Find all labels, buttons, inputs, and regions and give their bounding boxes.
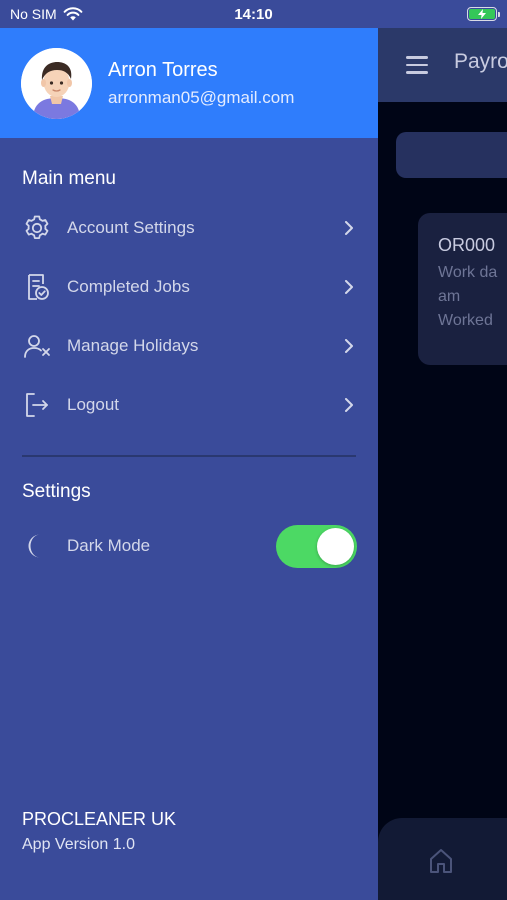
navigation-drawer: Arron Torres arronman05@gmail.com Main m… <box>0 28 378 900</box>
dark-mode-label: Dark Mode <box>67 536 151 555</box>
main-menu-title: Main menu <box>22 168 116 189</box>
menu-item-label: Account Settings <box>67 218 195 237</box>
app-version: App Version 1.0 <box>22 836 135 853</box>
company-name: PROCLEANER UK <box>22 809 177 829</box>
menu-item-manage-holidays[interactable]: Manage Holidays <box>22 326 356 366</box>
chevron-right-icon <box>342 339 356 353</box>
profile-header[interactable]: Arron Torres arronman05@gmail.com <box>0 28 378 138</box>
chevron-right-icon <box>342 398 356 412</box>
avatar-icon[interactable] <box>21 48 92 119</box>
background-job-card[interactable]: OR000 Work da am Worked <box>418 213 507 365</box>
user-name: Arron Torres <box>108 59 218 81</box>
chevron-right-icon <box>342 280 356 294</box>
background-header: Payro <box>378 28 507 102</box>
settings-gear-icon <box>22 213 52 243</box>
user-email: arronman05@gmail.com <box>108 88 295 107</box>
dark-mode-toggle[interactable] <box>276 525 357 568</box>
job-card-line: Worked <box>438 312 493 329</box>
chevron-right-icon <box>342 221 356 235</box>
dark-mode-row: Dark Mode <box>22 526 262 566</box>
background-tab-bar <box>378 818 507 900</box>
menu-item-label: Logout <box>67 395 119 414</box>
background-search-bar[interactable] <box>396 132 507 178</box>
moon-icon <box>22 531 52 561</box>
charging-bolt-icon <box>478 9 486 19</box>
logout-icon <box>22 390 52 420</box>
background-app: Payro OR000 Work da am Worked <box>378 28 507 900</box>
home-icon[interactable] <box>426 846 456 876</box>
job-card-line: am <box>438 288 461 305</box>
menu-item-completed-jobs[interactable]: Completed Jobs <box>22 267 356 307</box>
job-card-line: Work da <box>438 264 498 281</box>
menu-item-label: Completed Jobs <box>67 277 190 296</box>
user-remove-icon <box>22 331 52 361</box>
document-check-icon <box>22 272 52 302</box>
menu-item-logout[interactable]: Logout <box>22 385 356 425</box>
battery-charging-icon <box>467 7 500 21</box>
menu-divider <box>22 455 356 457</box>
hamburger-menu-icon[interactable] <box>406 56 428 79</box>
status-time: 14:10 <box>234 6 273 23</box>
toggle-knob <box>317 528 354 565</box>
menu-item-label: Manage Holidays <box>67 336 199 355</box>
battery-fill <box>469 9 495 19</box>
job-card-id: OR000 <box>438 235 496 255</box>
status-bar: No SIM 14:10 <box>0 0 507 28</box>
settings-title: Settings <box>22 481 91 502</box>
background-title: Payro <box>454 50 507 73</box>
menu-item-account-settings[interactable]: Account Settings <box>22 208 356 248</box>
